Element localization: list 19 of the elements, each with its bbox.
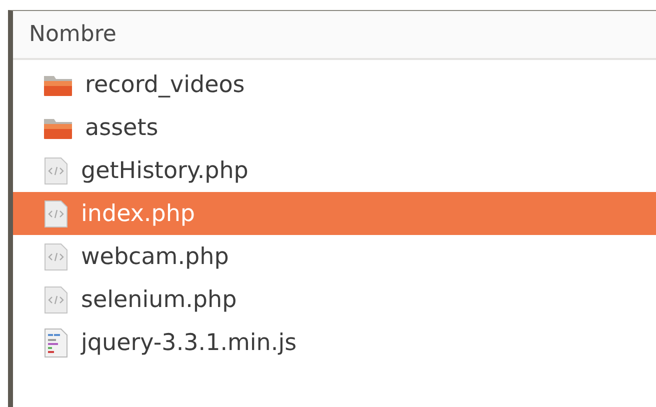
code-file-icon — [43, 242, 69, 270]
script-file-icon — [43, 328, 69, 358]
file-name: getHistory.php — [81, 158, 248, 184]
file-name: record_videos — [85, 72, 245, 98]
file-row[interactable]: webcam.php — [13, 235, 656, 278]
file-row[interactable]: jquery-3.3.1.min.js — [13, 321, 656, 364]
file-name: index.php — [81, 200, 196, 226]
file-name: selenium.php — [81, 286, 237, 312]
file-name: jquery-3.3.1.min.js — [81, 330, 297, 356]
code-file-icon — [43, 200, 69, 228]
column-header[interactable]: Nombre — [13, 11, 656, 60]
file-name: webcam.php — [81, 244, 229, 270]
file-row[interactable]: getHistory.php — [13, 149, 656, 192]
code-file-icon — [43, 286, 69, 314]
code-file-icon — [43, 156, 69, 184]
file-name: assets — [85, 114, 158, 140]
file-row[interactable]: record_videos — [13, 63, 656, 106]
file-row[interactable]: assets — [13, 106, 656, 149]
file-row[interactable]: selenium.php — [13, 278, 656, 321]
